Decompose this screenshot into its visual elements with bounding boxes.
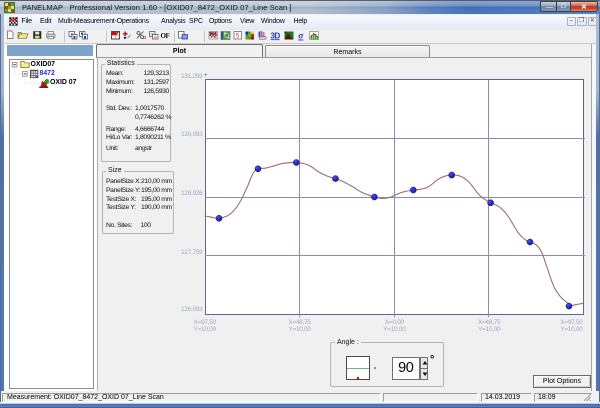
svg-text:3D: 3D [271,31,281,40]
svg-text:σ: σ [298,32,304,42]
svg-text:OF: OF [161,32,170,40]
